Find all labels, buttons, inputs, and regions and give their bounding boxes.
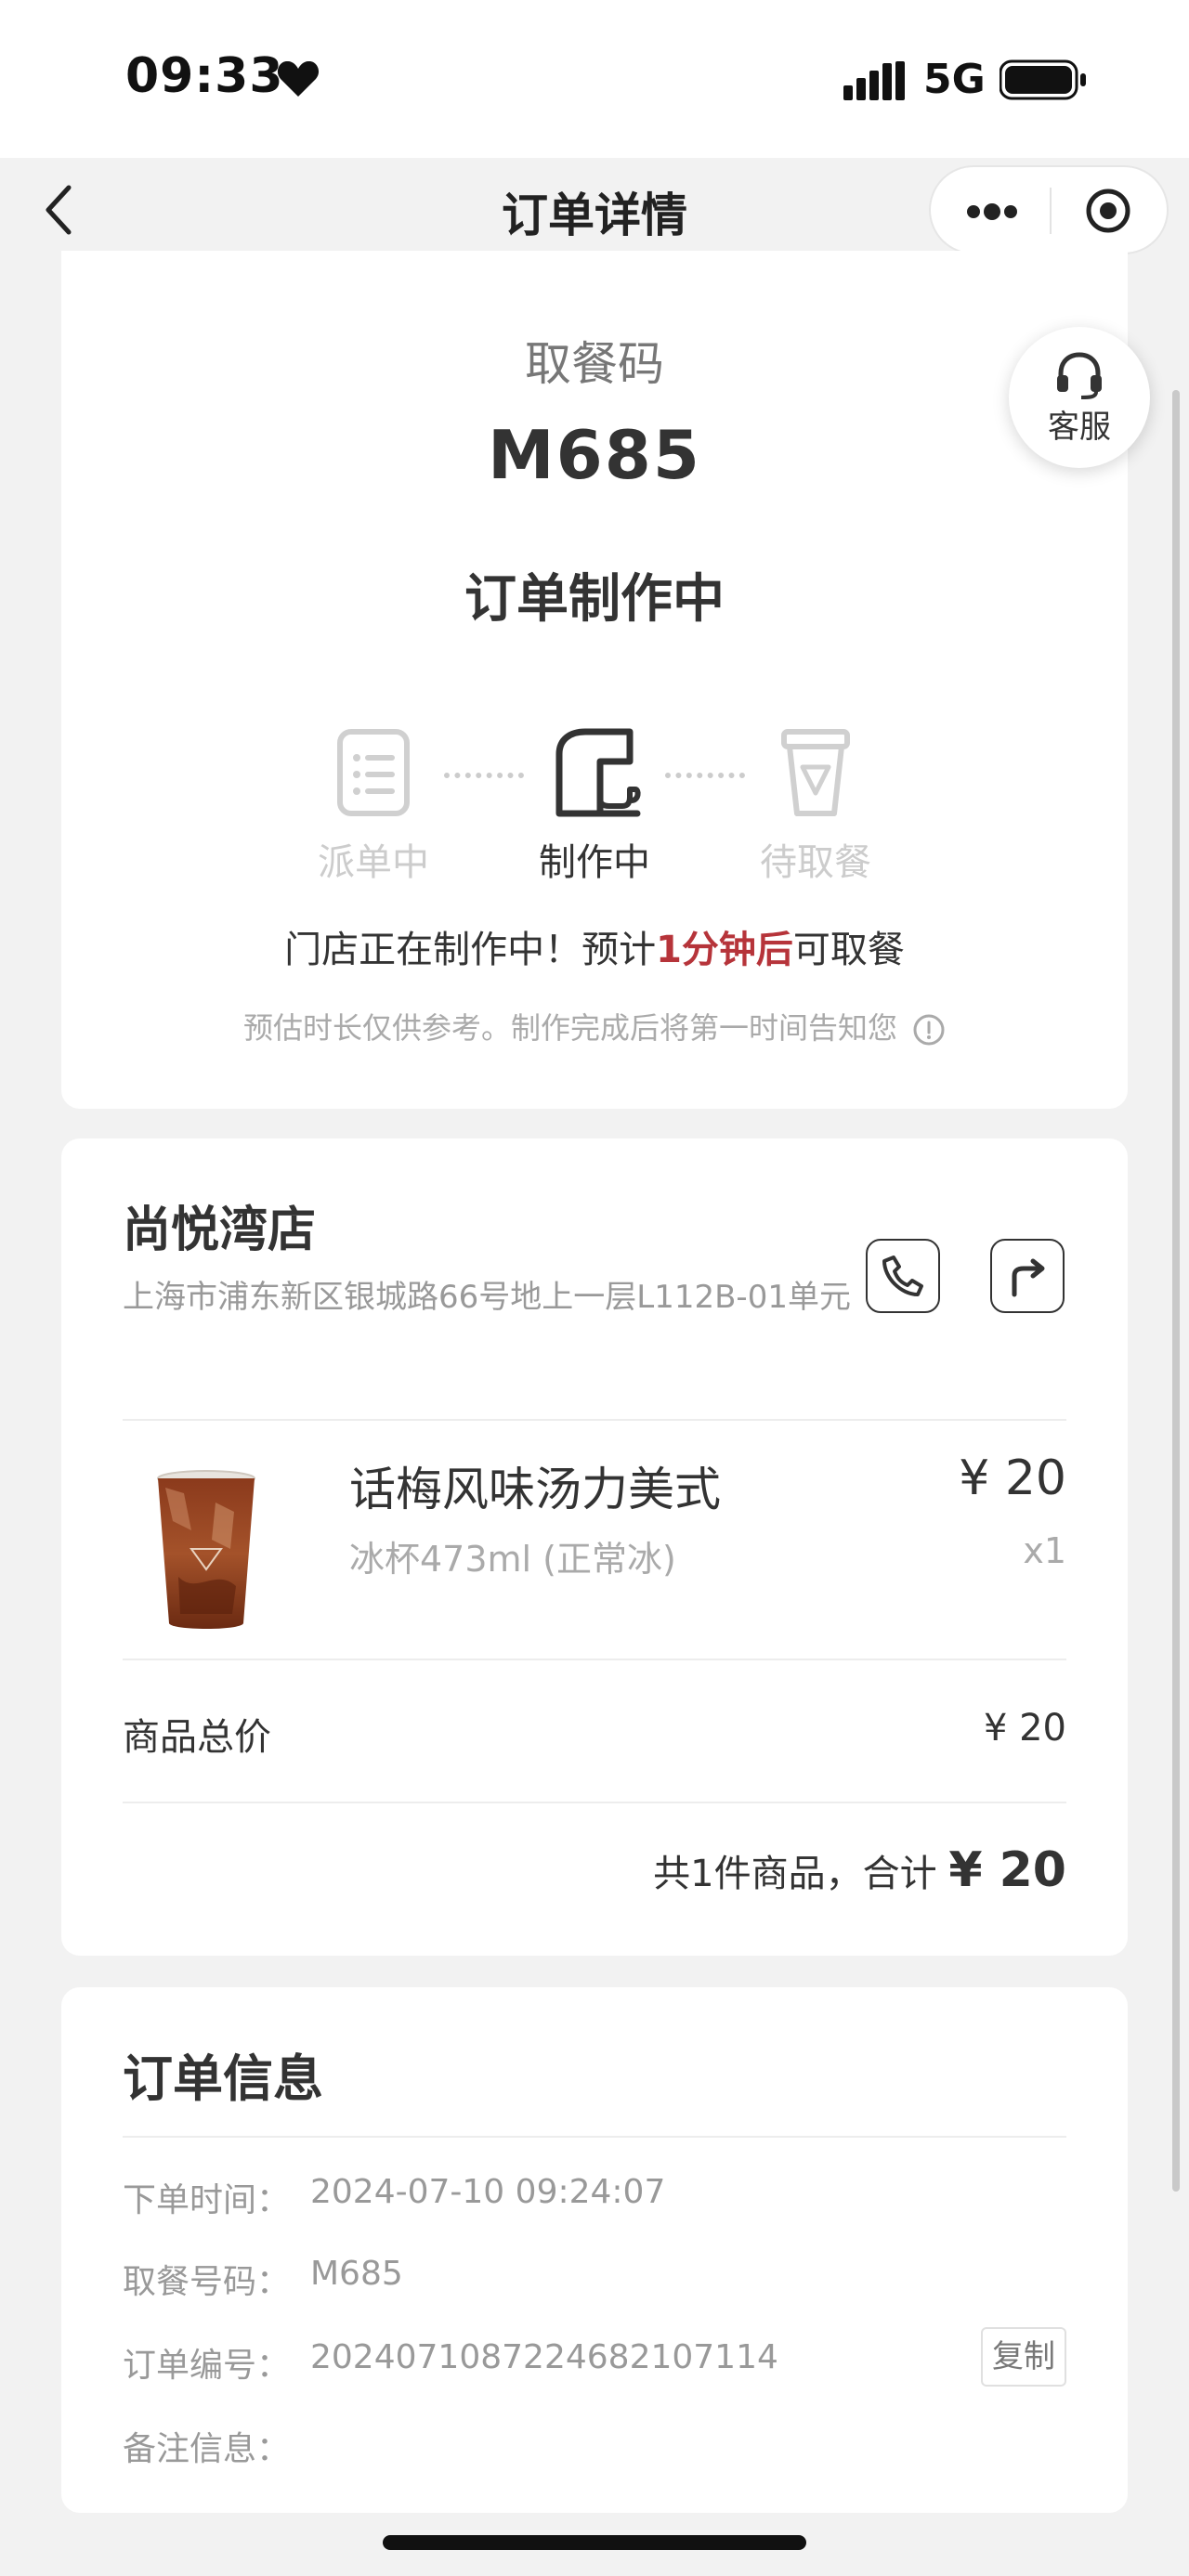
pickup-number-value: M685	[310, 2255, 403, 2293]
step-making-label: 制作中	[539, 841, 650, 884]
scrollbar[interactable]	[1172, 390, 1180, 2192]
info-icon[interactable]	[912, 1013, 946, 1047]
order-list-icon	[337, 729, 410, 816]
store-name: 尚悦湾店	[123, 1203, 317, 1258]
pickup-code-label: 取餐码	[525, 337, 664, 391]
product-image	[157, 1470, 255, 1629]
battery-icon	[1000, 59, 1086, 100]
product-spec: 冰杯473ml (正常冰)	[349, 1539, 676, 1580]
heart-icon	[277, 60, 320, 97]
product-quantity: x1	[1023, 1530, 1066, 1571]
capsule-divider	[1050, 188, 1052, 234]
store-address: 上海市浦东新区银城路66号地上一层L112B-01单元	[123, 1279, 851, 1316]
order-number-label: 订单编号：	[123, 2347, 291, 2385]
customer-service-button[interactable]: 客服	[1009, 327, 1150, 468]
total-amount: ¥ 20	[948, 1842, 1066, 1898]
phone-icon	[882, 1255, 923, 1296]
more-icon[interactable]	[964, 202, 1020, 221]
total-prefix: 共1件商品，合计	[653, 1853, 937, 1895]
subtotal-label: 商品总价	[123, 1716, 271, 1759]
home-indicator[interactable]	[383, 2535, 806, 2550]
preparation-message: 门店正在制作中！预计1分钟后可取餐	[61, 919, 1128, 973]
network-label: 5G	[923, 56, 986, 103]
subtotal-value: ¥ 20	[983, 1707, 1066, 1750]
status-bar: 09:33 5G	[0, 0, 1189, 158]
order-number-value: 2024071087224682107114	[310, 2338, 778, 2376]
divider	[123, 2136, 1066, 2138]
copy-order-number-button[interactable]: 复制	[981, 2327, 1066, 2387]
pickup-code: M685	[488, 416, 701, 494]
call-store-button[interactable]	[866, 1239, 940, 1313]
product-price: ¥ 20	[959, 1451, 1066, 1506]
prep-message-suffix: 可取餐	[792, 929, 905, 971]
divider	[123, 1419, 1066, 1421]
coffee-machine-icon	[555, 728, 641, 817]
directions-icon	[1012, 1258, 1045, 1297]
step-ready: 待取餐	[723, 726, 908, 886]
order-info-title: 订单信息	[123, 2049, 323, 2108]
mini-program-capsule	[929, 165, 1169, 254]
disclaimer-text: 预估时长仅供参考。制作完成后将第一时间告知您	[242, 1010, 897, 1046]
remark-label: 备注信息：	[123, 2430, 291, 2468]
divider	[123, 1659, 1066, 1660]
status-time: 09:33	[125, 48, 284, 104]
customer-service-label: 客服	[1048, 409, 1111, 446]
divider	[123, 1802, 1066, 1803]
step-dispatching-label: 派单中	[318, 841, 429, 884]
pickup-card: 取餐码 M685 订单制作中 派单中 制作中 待取餐 门店正在制作中！预计1分钟…	[61, 251, 1128, 1109]
headset-icon	[1057, 352, 1102, 399]
order-time-label: 下单时间：	[123, 2181, 291, 2219]
order-info-card: 订单信息 下单时间： 2024-07-10 09:24:07 取餐号码： M68…	[61, 1987, 1128, 2513]
prep-time-highlight: 1分钟后	[656, 929, 793, 971]
signal-icon	[843, 61, 905, 100]
cup-icon	[781, 729, 850, 816]
product-name: 话梅风味汤力美式	[349, 1463, 721, 1516]
estimate-disclaimer: 预估时长仅供参考。制作完成后将第一时间告知您	[61, 1005, 1128, 1047]
step-making: 制作中	[502, 726, 687, 886]
prep-message-prefix: 门店正在制作中！预计	[284, 929, 657, 971]
step-dispatching: 派单中	[281, 726, 466, 886]
close-mini-program-icon[interactable]	[1085, 188, 1131, 234]
store-order-card: 尚悦湾店 上海市浦东新区银城路66号地上一层L112B-01单元 话梅风味汤力美…	[61, 1138, 1128, 1956]
order-total: 共1件商品，合计 ¥ 20	[653, 1842, 1066, 1898]
step-ready-label: 待取餐	[760, 841, 871, 884]
order-status: 订单制作中	[464, 569, 725, 630]
navigate-to-store-button[interactable]	[990, 1239, 1065, 1313]
pickup-number-label: 取餐号码：	[123, 2263, 291, 2301]
order-time-value: 2024-07-10 09:24:07	[310, 2173, 666, 2211]
